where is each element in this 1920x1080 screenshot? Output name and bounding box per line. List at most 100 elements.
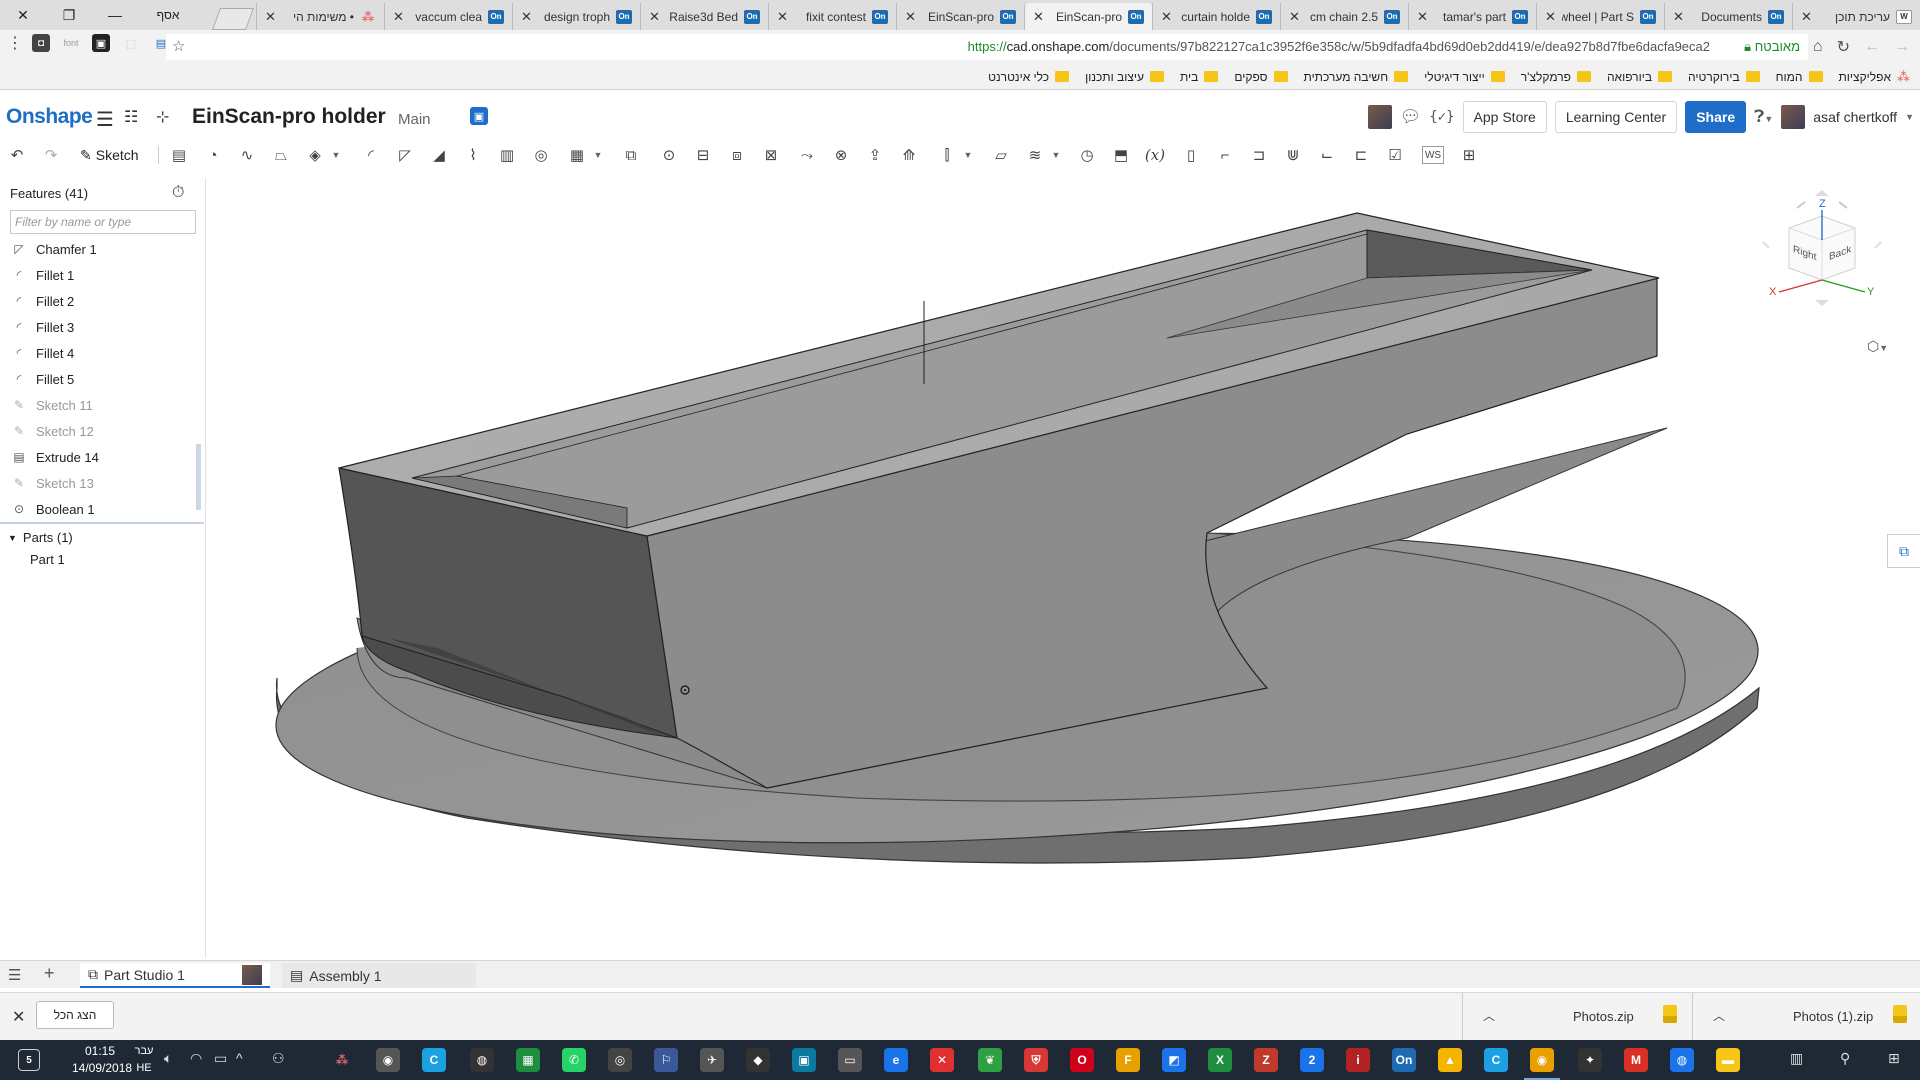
restore-window-button[interactable]: ❐	[46, 0, 92, 30]
forward-icon[interactable]: →	[1894, 38, 1910, 56]
browser-tab[interactable]: On vaccum clea ✕	[384, 3, 512, 30]
explorer-app-icon[interactable]: ▬	[1716, 1048, 1740, 1072]
browser-tab[interactable]: On Documents ✕	[1664, 3, 1792, 30]
onshape-app-icon[interactable]: On	[1392, 1048, 1416, 1072]
photos-app-icon[interactable]: ◩	[1162, 1048, 1186, 1072]
user-name[interactable]: asaf chertkoff	[1813, 109, 1897, 125]
chrome-alt-app-icon[interactable]: ◉	[376, 1048, 400, 1072]
feature-list-icon[interactable]: ☷	[124, 107, 138, 127]
close-tab-icon[interactable]: ✕	[1417, 9, 1428, 25]
chevron-up-icon[interactable]: ︿	[1483, 1007, 1495, 1024]
browser-tab[interactable]: On wheel | Part S ✕	[1536, 3, 1664, 30]
feature-list-item[interactable]: ⊙ Boolean 1	[0, 496, 200, 522]
add-custom-feature-icon[interactable]: ⊞	[1458, 144, 1480, 166]
taskbar-clock[interactable]: 01:15 14/09/2018	[72, 1043, 132, 1077]
task-view-icon[interactable]: ▥	[1790, 1050, 1803, 1067]
bookmark-star-icon[interactable]: ☆	[172, 37, 185, 55]
close-tab-icon[interactable]: ✕	[1673, 9, 1684, 25]
replace-face-icon[interactable]: ⟰	[898, 144, 920, 166]
offset-surface-icon[interactable]: ⫿	[936, 144, 958, 166]
loft-icon[interactable]: ⏢	[270, 144, 292, 166]
insert-icon[interactable]: ⊹	[156, 107, 169, 127]
helix-icon[interactable]: ≋	[1024, 144, 1046, 166]
appearance-panel-icon[interactable]: ⧉	[1887, 534, 1920, 568]
wifi-icon[interactable]: ◠	[190, 1050, 202, 1067]
sketch-button[interactable]: ✎ Sketch	[80, 144, 154, 166]
onshape-logo[interactable]: Onshape	[6, 105, 93, 129]
feature-list-scrollbar[interactable]	[196, 444, 201, 510]
calendar-app-icon[interactable]: 2	[1300, 1048, 1324, 1072]
filezilla-app-icon[interactable]: Z	[1254, 1048, 1278, 1072]
feature-list-item[interactable]: ▤ Extrude 14	[0, 444, 200, 470]
show-all-downloads-button[interactable]: הצג הכל	[36, 1001, 114, 1029]
workspace-label[interactable]: Main	[398, 111, 431, 128]
c-app-icon[interactable]: C	[422, 1048, 446, 1072]
insert-new-tab-icon[interactable]: +	[44, 963, 55, 984]
terminal-app-icon[interactable]: ▣	[792, 1048, 816, 1072]
close-tab-icon[interactable]: ✕	[1545, 9, 1556, 25]
move-face-icon[interactable]: ⇪	[864, 144, 886, 166]
close-tab-icon[interactable]: ✕	[649, 9, 660, 25]
rib-icon[interactable]: ⌇	[462, 144, 484, 166]
dark-extension-icon[interactable]: ▣	[92, 34, 110, 52]
reload-icon[interactable]: ↻	[1837, 37, 1850, 57]
graphics-viewport[interactable]: Z X Y Right Back ⬡▼ ⧉	[207, 178, 1920, 958]
excel-app-icon[interactable]: X	[1208, 1048, 1232, 1072]
ws-badge[interactable]: WS	[1422, 146, 1444, 164]
monitor-app-icon[interactable]: ▭	[838, 1048, 862, 1072]
home-icon[interactable]: ⌂	[1813, 38, 1823, 56]
close-tab-icon[interactable]: ✕	[521, 9, 532, 25]
notification-center-icon[interactable]: 5	[18, 1049, 40, 1071]
omnibox[interactable]: ☆ https://cad.onshape.com/documents/97b8…	[166, 34, 1808, 60]
browser-tab[interactable]: On Raise3d Bed ✕	[640, 3, 768, 30]
learning-center-button[interactable]: Learning Center	[1554, 101, 1678, 133]
variable-icon[interactable]: (x)	[1144, 144, 1166, 166]
rollback-timer-icon[interactable]: ⏱︎	[172, 184, 184, 202]
pocket-extension-icon[interactable]: ◘	[32, 34, 50, 52]
bookmark-item[interactable]: עיצוב ותכנון	[1085, 70, 1164, 84]
profile-label[interactable]: אסף	[138, 0, 198, 30]
boolean-icon[interactable]: ⊙	[658, 144, 680, 166]
files-app-icon[interactable]: F	[1116, 1048, 1140, 1072]
asana-app-icon[interactable]: ⁂	[330, 1048, 354, 1072]
feature-list-item[interactable]: ◸ Chamfer 1	[0, 236, 200, 262]
close-tab-icon[interactable]: ✕	[1801, 9, 1812, 25]
edge-app-icon[interactable]: e	[884, 1048, 908, 1072]
modify-fillet-icon[interactable]: ⤳	[796, 144, 818, 166]
browser-tab[interactable]: On fixit contest ✕	[768, 3, 896, 30]
finish-sheet-metal-icon[interactable]: ☑	[1384, 144, 1406, 166]
xmind-app-icon[interactable]: ✕	[930, 1048, 954, 1072]
close-window-button[interactable]: ✕	[0, 0, 46, 30]
browser-tab[interactable]: ⁂ • משימות הי ✕	[256, 3, 384, 30]
tab-assembly[interactable]: ▤ Assembly 1	[282, 963, 476, 988]
share-button[interactable]: Share	[1685, 101, 1747, 133]
chevron-up-icon[interactable]: ︿	[1713, 1007, 1725, 1024]
whatsapp-app-icon[interactable]: ✆	[562, 1048, 586, 1072]
hole-icon[interactable]: ◎	[530, 144, 552, 166]
transform-icon[interactable]: ⧈	[726, 144, 748, 166]
windows-start-icon[interactable]: ⊞	[1888, 1050, 1900, 1067]
bookmark-item[interactable]: ⁂ אפליקציות	[1839, 69, 1910, 85]
feature-list-item[interactable]: ✎ Sketch 11	[0, 392, 200, 418]
security-app-icon[interactable]: ◍	[1670, 1048, 1694, 1072]
camera-app-icon[interactable]: ◎	[608, 1048, 632, 1072]
form-icon[interactable]: ⋓	[1282, 144, 1304, 166]
bookmark-item[interactable]: פרמקלצ'ר	[1521, 70, 1591, 84]
tray-chevron-icon[interactable]: ^	[236, 1050, 243, 1066]
help-icon[interactable]: ❓︎▼	[1754, 107, 1773, 127]
language-indicator[interactable]: עבר HE	[132, 1043, 156, 1077]
close-downloads-icon[interactable]: ✕	[12, 1007, 25, 1027]
close-tab-icon[interactable]: ✕	[777, 9, 788, 25]
view-cube[interactable]: Z X Y Right Back ⬡▼	[1757, 188, 1888, 354]
part-list-item[interactable]: Part 1	[30, 552, 65, 567]
feature-list-item[interactable]: ✎ Sketch 13	[0, 470, 200, 496]
feature-list-item[interactable]: ◜ Fillet 3	[0, 314, 200, 340]
surface-dropdown-icon[interactable]: ▼	[962, 144, 974, 166]
shell-icon[interactable]: ▥	[496, 144, 518, 166]
secure-indicator[interactable]: מאובטח 🔒︎	[1744, 39, 1800, 55]
feature-list-item[interactable]: ◜ Fillet 2	[0, 288, 200, 314]
download-item[interactable]: ︿ Photos.zip	[1462, 993, 1692, 1041]
mirror-icon[interactable]: ⧉	[620, 144, 642, 166]
drive-app-icon[interactable]: ▲	[1438, 1048, 1462, 1072]
sheets-app-icon[interactable]: ▦	[516, 1048, 540, 1072]
